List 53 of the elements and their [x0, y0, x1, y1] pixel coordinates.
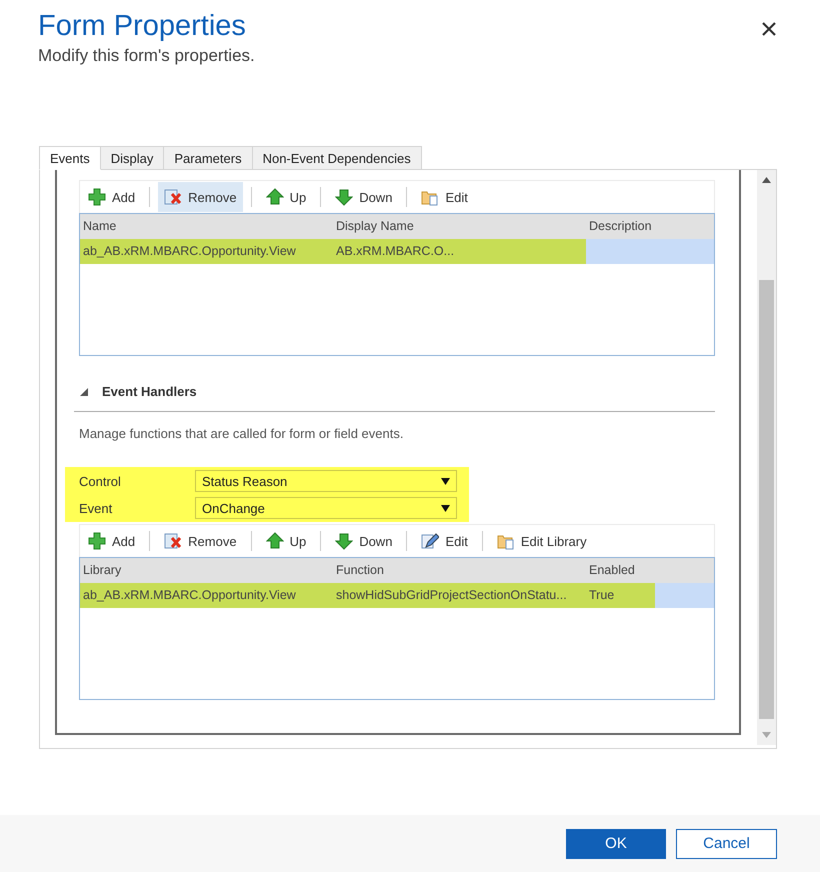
document-x-icon [164, 532, 182, 550]
scroll-up-icon[interactable] [762, 177, 771, 183]
arrow-down-icon [335, 532, 354, 550]
remove-button[interactable]: Remove [158, 526, 243, 556]
cancel-button[interactable]: Cancel [676, 828, 777, 858]
dialog-title: Form Properties [38, 10, 246, 43]
column-header: Enabled [588, 562, 636, 579]
field-label: Control [79, 474, 122, 488]
remove-button[interactable]: Remove [158, 182, 243, 212]
collapse-caret-icon[interactable] [80, 388, 88, 396]
arrow-up-icon [266, 532, 284, 550]
column-header: Library [82, 562, 122, 579]
arrow-up-icon [266, 188, 284, 206]
dialog-subtitle: Modify this form's properties. [38, 46, 256, 66]
down-button[interactable]: Down [329, 526, 398, 556]
tab[interactable]: Parameters [163, 146, 253, 170]
pencil-document-icon [421, 532, 440, 550]
section-description: Manage functions that are called for form or field events. [79, 426, 404, 441]
dropdown-field[interactable]: Status Reason [195, 470, 457, 492]
table-cell: True [586, 583, 655, 608]
column-header: Name [82, 218, 118, 235]
section-title: Event Handlers [102, 384, 197, 399]
scrollbar[interactable] [757, 170, 776, 745]
column-header: Description [588, 218, 653, 235]
document-x-icon [164, 188, 182, 206]
arrow-down-icon [335, 188, 354, 206]
dropdown-arrow-icon [441, 478, 450, 484]
grid-row[interactable]: ab_AB.xRM.MBARC.Opportunity.View showHidSubGridProjectSectionOnStatu... True [80, 583, 714, 608]
ok-button[interactable]: OK [566, 828, 666, 858]
table-cell: showHidSubGridProjectSectionOnStatu... [333, 583, 586, 608]
grid-row[interactable]: ab_AB.xRM.MBARC.Opportunity.View AB.xRM.MBARC.O... [80, 239, 714, 264]
column-header: Function [335, 562, 385, 579]
up-button[interactable]: Up [260, 182, 312, 212]
table-cell: ab_AB.xRM.MBARC.Opportunity.View [80, 583, 333, 608]
dropdown-arrow-icon [441, 504, 450, 512]
down-button[interactable]: Down [329, 182, 398, 212]
field-label: Event [79, 500, 114, 516]
edit-library-button[interactable]: Edit Library [490, 526, 593, 556]
edit-button[interactable]: Edit [415, 526, 474, 556]
close-icon[interactable] [762, 22, 776, 36]
add-button[interactable]: Add [82, 526, 142, 556]
table-cell: ab_AB.xRM.MBARC.Opportunity.View [80, 239, 333, 264]
plus-icon [88, 188, 106, 206]
add-button[interactable]: Add [82, 182, 142, 212]
column-header: Display Name [335, 218, 415, 235]
edit-library-button[interactable]: Edit [415, 182, 474, 212]
tab[interactable]: Non-Event Dependencies [252, 146, 422, 170]
up-button[interactable]: Up [260, 526, 312, 556]
dropdown-field[interactable]: OnChange [195, 497, 457, 519]
tab[interactable]: Events [39, 146, 101, 170]
table-cell: AB.xRM.MBARC.O... [333, 239, 586, 264]
tab[interactable]: Display [100, 146, 164, 170]
plus-icon [88, 532, 106, 550]
